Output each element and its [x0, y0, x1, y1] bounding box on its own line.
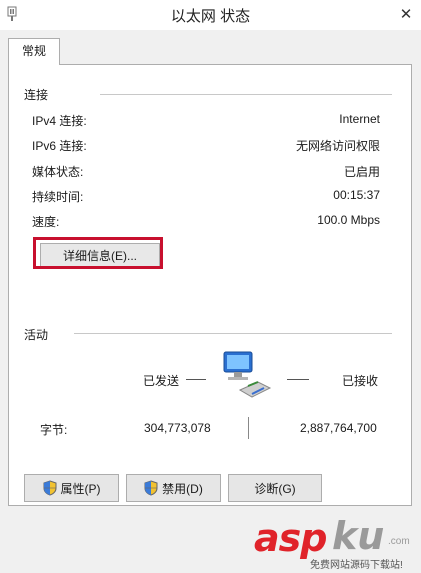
watermark-brand-red: asp: [254, 516, 327, 560]
bytes-separator: [248, 417, 249, 439]
row-ipv6: IPv6 连接: 无网络访问权限: [32, 137, 380, 155]
general-panel: [8, 64, 412, 506]
site-watermark: asp ku .com 免费网站源码下载站!: [246, 510, 421, 573]
received-connector: [287, 379, 309, 380]
bytes-label: 字节:: [40, 423, 68, 437]
diagnose-button[interactable]: 诊断(G): [228, 474, 322, 502]
uac-shield-icon: [43, 480, 56, 496]
window-title: 以太网 状态: [170, 8, 251, 25]
activity-section-label: 活动: [24, 328, 49, 342]
row-value: Internet: [339, 112, 380, 126]
watermark-brand-gray: ku: [332, 514, 385, 558]
row-value: 无网络访问权限: [295, 139, 380, 153]
disable-label: 禁用(D): [162, 481, 203, 496]
uac-shield-icon: [144, 480, 158, 496]
row-key: 媒体状态:: [32, 165, 84, 179]
row-key: IPv4 连接:: [32, 114, 87, 128]
row-value: 100.0 Mbps: [317, 213, 380, 227]
row-value: 已启用: [343, 165, 380, 179]
highlight-annotation: [33, 237, 163, 269]
row-speed: 速度: 100.0 Mbps: [32, 213, 380, 231]
row-key: 持续时间:: [32, 190, 84, 204]
diagnose-label: 诊断(G): [254, 481, 296, 496]
tab-general[interactable]: 常规: [8, 38, 60, 65]
sent-label: 已发送: [143, 374, 180, 388]
properties-label: 属性(P): [60, 481, 101, 496]
properties-button[interactable]: 属性(P): [24, 474, 119, 502]
network-computers-icon: [223, 351, 272, 398]
row-duration: 持续时间: 00:15:37: [32, 188, 380, 206]
row-key: 速度:: [32, 215, 60, 229]
close-icon: ✕: [399, 6, 413, 23]
watermark-domain: .com: [388, 536, 410, 547]
watermark-tagline: 免费网站源码下载站!: [310, 560, 403, 571]
bytes-sent-value: 304,773,078: [144, 421, 211, 435]
row-ipv4: IPv4 连接: Internet: [32, 112, 380, 130]
received-label: 已接收: [342, 374, 379, 388]
bytes-received-value: 2,887,764,700: [300, 421, 377, 435]
row-value: 00:15:37: [333, 188, 380, 202]
connection-divider: [100, 94, 392, 95]
connection-section-label: 连接: [24, 88, 49, 102]
disable-button[interactable]: 禁用(D): [126, 474, 221, 502]
row-media-state: 媒体状态: 已启用: [32, 163, 380, 181]
title-bar: 以太网 状态 ✕: [0, 0, 421, 30]
row-key: IPv6 连接:: [32, 139, 87, 153]
sent-connector: [186, 379, 206, 380]
activity-divider: [74, 333, 392, 334]
close-button[interactable]: ✕: [391, 0, 421, 28]
